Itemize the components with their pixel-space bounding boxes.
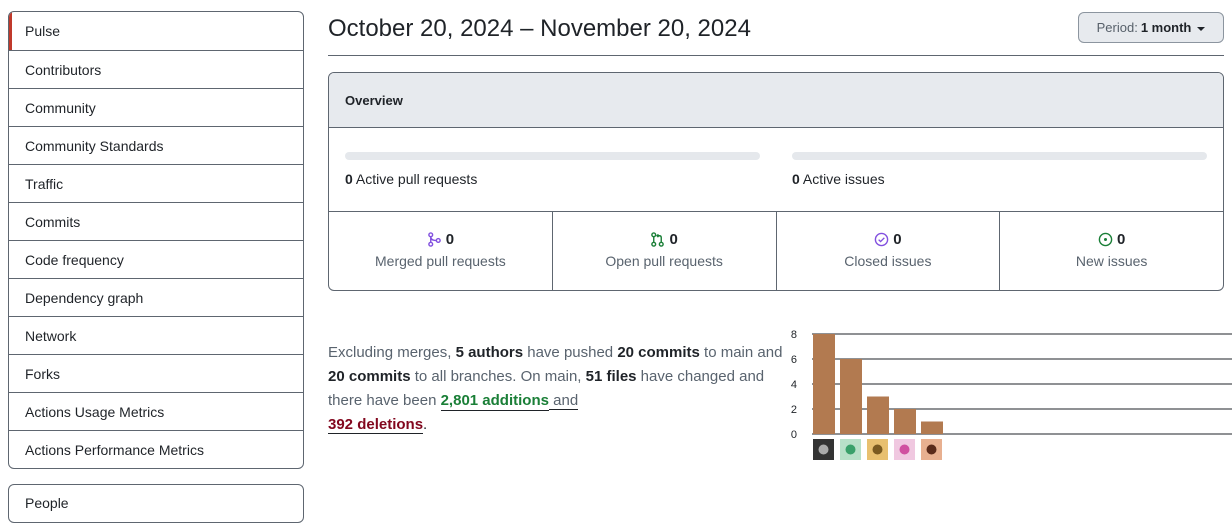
issue-opened-icon bbox=[1098, 232, 1113, 247]
chart-bar[interactable] bbox=[894, 409, 916, 434]
sidebar-item-traffic[interactable]: Traffic bbox=[9, 164, 303, 202]
sidebar-item-forks[interactable]: Forks bbox=[9, 354, 303, 392]
stat-closed-issues[interactable]: 0 Closed issues bbox=[775, 212, 1000, 290]
summary-text: have pushed bbox=[523, 344, 618, 361]
deletions-link[interactable]: 392 deletions bbox=[328, 416, 424, 434]
sidebar-item-people[interactable]: People bbox=[9, 485, 303, 522]
commits-all-count: 20 commits bbox=[328, 368, 411, 385]
page-title: October 20, 2024 – November 20, 2024 bbox=[328, 15, 751, 42]
authors-count: 5 authors bbox=[455, 344, 524, 361]
active-prs-label: Active pull requests bbox=[355, 171, 478, 187]
y-tick-label: 4 bbox=[791, 379, 797, 391]
sidebar-item-actions-usage-metrics[interactable]: Actions Usage Metrics bbox=[9, 392, 303, 430]
contributor-avatar[interactable] bbox=[894, 439, 915, 460]
sidebar-item-community-standards[interactable]: Community Standards bbox=[9, 126, 303, 164]
active-prs-count: 0 bbox=[345, 171, 353, 187]
stat-count: 0 bbox=[893, 231, 902, 248]
people-menu: People bbox=[8, 484, 304, 523]
commits-main-count: 20 commits bbox=[617, 344, 700, 361]
chart-bar[interactable] bbox=[921, 421, 943, 435]
contributors-bar-chart: 0 2 4 6 8 bbox=[791, 329, 1232, 460]
contributor-avatar[interactable] bbox=[867, 439, 888, 460]
merge-icon bbox=[427, 232, 441, 247]
active-issues-link[interactable]: 0 Active issues bbox=[792, 171, 885, 187]
contributor-avatar[interactable] bbox=[813, 439, 834, 460]
contributor-avatar[interactable] bbox=[840, 439, 861, 460]
stat-label: Closed issues bbox=[844, 253, 932, 269]
stat-count: 0 bbox=[669, 231, 678, 248]
chart-bar[interactable] bbox=[840, 359, 862, 434]
chart-bar[interactable] bbox=[867, 396, 889, 435]
y-tick-label: 6 bbox=[791, 354, 797, 366]
y-tick-label: 0 bbox=[791, 429, 797, 441]
overview-progress-section: 0 Active pull requests 0 Active issues bbox=[329, 128, 1223, 212]
summary-text: . bbox=[423, 416, 428, 433]
sidebar-item-community[interactable]: Community bbox=[9, 88, 303, 126]
summary-text: Excluding merges, bbox=[328, 344, 456, 361]
stat-new-issues[interactable]: 0 New issues bbox=[999, 212, 1223, 290]
active-issues-count: 0 bbox=[792, 171, 800, 187]
sidebar-item-actions-performance-metrics[interactable]: Actions Performance Metrics bbox=[9, 430, 303, 468]
insights-sidebar: Pulse Contributors Community Community Stan… bbox=[8, 11, 304, 469]
stat-label: Open pull requests bbox=[605, 253, 723, 269]
sidebar-item-network[interactable]: Network bbox=[9, 316, 303, 354]
chart-bar[interactable] bbox=[813, 334, 835, 434]
summary-text: to main and bbox=[699, 344, 783, 361]
commit-summary: Excluding merges, 5 authors have pushed … bbox=[328, 341, 783, 437]
period-prefix: Period: bbox=[1096, 20, 1138, 35]
summary-text: and bbox=[548, 392, 579, 410]
period-value: 1 month bbox=[1140, 20, 1192, 35]
active-issues-bar bbox=[792, 152, 1207, 160]
sidebar-item-contributors[interactable]: Contributors bbox=[9, 50, 303, 88]
pull-request-icon bbox=[651, 232, 665, 247]
overview-panel: Overview 0 Active pull requests 0 Active… bbox=[328, 72, 1224, 291]
stat-open-prs[interactable]: 0 Open pull requests bbox=[551, 212, 776, 290]
active-prs-bar bbox=[345, 152, 760, 160]
stat-label: New issues bbox=[1075, 253, 1148, 269]
y-tick-label: 2 bbox=[791, 404, 797, 416]
overview-stats: 0 Merged pull requests 0 Open pull reque… bbox=[329, 212, 1223, 290]
overview-title: Overview bbox=[329, 73, 1223, 128]
caret-down-icon bbox=[1197, 26, 1206, 31]
stat-merged-prs[interactable]: 0 Merged pull requests bbox=[329, 212, 552, 290]
stat-count: 0 bbox=[1116, 231, 1126, 248]
period-dropdown-button[interactable]: Period: 1 month bbox=[1078, 12, 1224, 43]
contributor-avatar[interactable] bbox=[921, 439, 942, 460]
sidebar-item-pulse[interactable]: Pulse bbox=[9, 12, 303, 50]
files-count: 51 files bbox=[585, 368, 637, 385]
issue-closed-icon bbox=[874, 232, 889, 247]
sidebar-item-code-frequency[interactable]: Code frequency bbox=[9, 240, 303, 278]
contributors-chart: 0 2 4 6 8 bbox=[786, 322, 1232, 467]
sidebar-item-commits[interactable]: Commits bbox=[9, 202, 303, 240]
stat-count: 0 bbox=[445, 231, 455, 248]
sidebar-item-dependency-graph[interactable]: Dependency graph bbox=[9, 278, 303, 316]
active-issues-label: Active issues bbox=[802, 171, 885, 187]
active-prs-link[interactable]: 0 Active pull requests bbox=[345, 171, 477, 187]
y-tick-label: 8 bbox=[791, 329, 797, 341]
summary-text: to all branches. On main, bbox=[410, 368, 586, 385]
additions-link[interactable]: 2,801 additions bbox=[440, 392, 549, 411]
header-divider bbox=[328, 55, 1224, 56]
stat-label: Merged pull requests bbox=[375, 253, 506, 269]
